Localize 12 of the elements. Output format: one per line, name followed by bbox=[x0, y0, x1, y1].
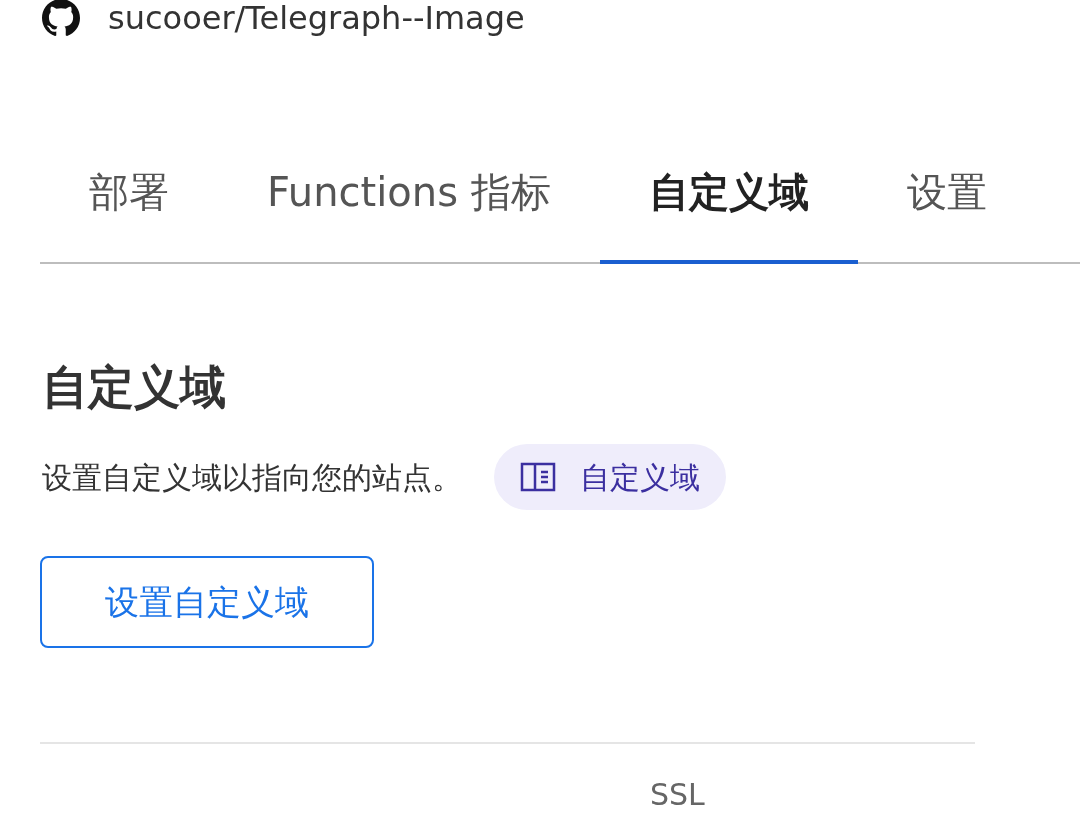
tab[interactable]: 部署 bbox=[40, 158, 218, 264]
section-description: 设置自定义域以指向您的站点。 bbox=[42, 458, 462, 497]
repo-name[interactable]: sucooer/Telegraph--Image bbox=[108, 0, 525, 42]
setup-domain-button[interactable]: 设置自定义域 bbox=[40, 556, 374, 648]
section-title: 自定义域 bbox=[42, 364, 227, 410]
tab[interactable]: 设置 bbox=[857, 158, 1036, 264]
docs-link[interactable]: 自定义域 bbox=[494, 444, 726, 510]
book-icon bbox=[520, 461, 556, 493]
column-header: SSL bbox=[650, 780, 705, 810]
tab[interactable]: Functions 指标 bbox=[218, 158, 600, 264]
tab[interactable]: 自定义域 bbox=[599, 158, 858, 264]
github-icon bbox=[42, 0, 80, 37]
